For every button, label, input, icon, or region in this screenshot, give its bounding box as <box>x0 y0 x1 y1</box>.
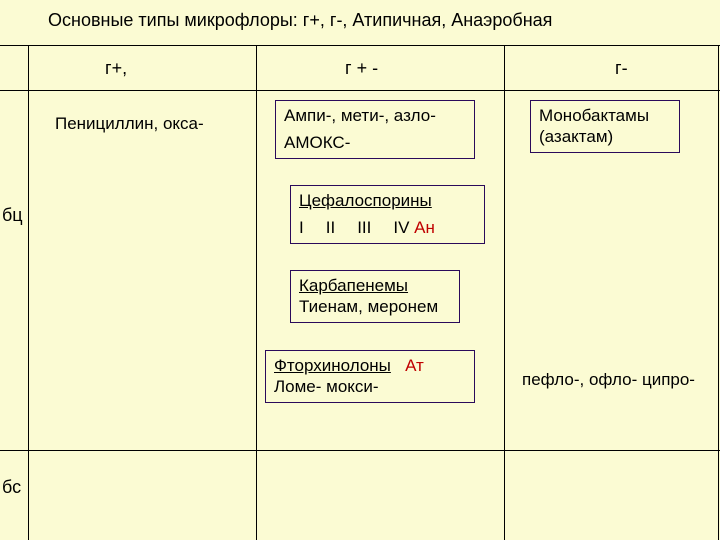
ceph-gen-2: II <box>326 217 335 238</box>
box-fluoroquinolones: Фторхинолоны Ат Ломе- мокси- <box>265 350 475 403</box>
col-header-gplusminus: г + - <box>345 58 378 79</box>
col-header-gminus: г- <box>615 58 628 79</box>
grid-hline <box>0 90 720 91</box>
ceph-an: Ан <box>414 218 435 237</box>
grid-vline <box>718 45 719 540</box>
ceph-gen-4: IV <box>393 218 409 237</box>
box-ampi-line1: Ампи-, мети-, азло- <box>284 105 466 126</box>
box-carbapenems: Карбапенемы Тиенам, меронем <box>290 270 460 323</box>
diagram-title: Основные типы микрофлоры: г+, г-, Атипич… <box>48 10 552 31</box>
ceph-title: Цефалоспорины <box>299 190 476 211</box>
grid-vline <box>256 45 257 540</box>
box-mono-line1: Монобактамы <box>539 105 671 126</box>
ceph-gen-3: III <box>357 217 371 238</box>
fq-title: Фторхинолоны <box>274 356 391 375</box>
carb-title: Карбапенемы <box>299 275 451 296</box>
ceph-gen-1: I <box>299 217 304 238</box>
box-mono-line2: (азактам) <box>539 126 671 147</box>
label-peflo-oflo-cipro: пефло-, офло- ципро- <box>522 370 695 390</box>
grid-hline <box>0 45 720 46</box>
row-label-bc: бц <box>2 205 23 226</box>
label-penicillin: Пенициллин, окса- <box>55 114 204 134</box>
row-label-bs: бс <box>2 477 21 498</box>
grid-vline <box>28 45 29 540</box>
box-ampi-amoks: Ампи-, мети-, азло- АМОКС- <box>275 100 475 159</box>
fq-at: Ат <box>405 356 424 375</box>
box-monobactams: Монобактамы (азактам) <box>530 100 680 153</box>
box-ampi-line2: АМОКС- <box>284 132 466 153</box>
grid-hline <box>0 450 720 451</box>
carb-line2: Тиенам, меронем <box>299 296 451 317</box>
box-cephalosporins: Цефалоспорины I II III IV Ан <box>290 185 485 244</box>
grid-vline <box>504 45 505 540</box>
col-header-gplus: г+, <box>105 58 127 79</box>
fq-line2: Ломе- мокси- <box>274 376 466 397</box>
